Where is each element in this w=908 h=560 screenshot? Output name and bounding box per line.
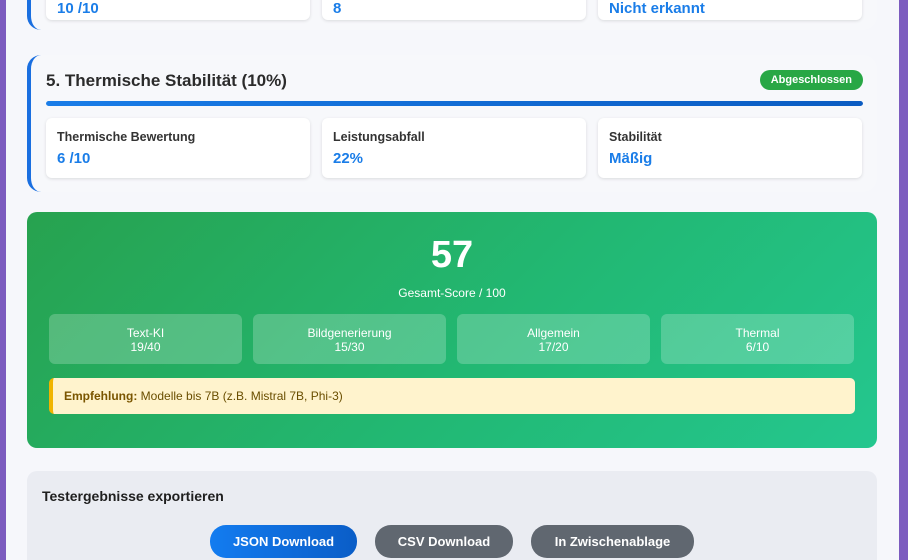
status-badge: Abgeschlossen bbox=[759, 70, 863, 90]
metric-value: Mäßig bbox=[609, 150, 653, 167]
csv-download-button[interactable]: CSV Download bbox=[375, 525, 513, 558]
total-score-panel: 57 Gesamt-Score / 100 Text-KI 19/40 Bild… bbox=[27, 212, 877, 448]
metric-label: Stabilität bbox=[609, 130, 662, 144]
previous-metric-value: 10 /10 bbox=[57, 0, 99, 17]
recommendation-box: Empfehlung: Modelle bis 7B (z.B. Mistral… bbox=[49, 378, 855, 414]
score-card-value: 19/40 bbox=[130, 340, 161, 354]
previous-metric-card: 8 bbox=[322, 0, 586, 20]
section-title: 5. Thermische Stabilität (10%) bbox=[46, 71, 287, 90]
total-score-caption: Gesamt-Score / 100 bbox=[398, 286, 506, 300]
previous-test-section: 10 /10 8 Nicht erkannt bbox=[27, 0, 877, 30]
previous-metric-card: 10 /10 bbox=[46, 0, 310, 20]
score-card-text-ai: Text-KI 19/40 bbox=[49, 314, 242, 364]
metric-value: 6 /10 bbox=[57, 150, 91, 167]
score-card-value: 6/10 bbox=[745, 340, 770, 354]
metric-label: Thermische Bewertung bbox=[57, 130, 196, 144]
score-card-label: Bildgenerierung bbox=[307, 326, 392, 340]
score-card-value: 17/20 bbox=[538, 340, 569, 354]
metric-label: Leistungsabfall bbox=[333, 130, 425, 144]
json-download-button[interactable]: JSON Download bbox=[210, 525, 357, 558]
score-card-thermal: Thermal 6/10 bbox=[661, 314, 854, 364]
previous-metric-card: Nicht erkannt bbox=[598, 0, 862, 20]
previous-metric-value: Nicht erkannt bbox=[609, 0, 705, 17]
progress-bar bbox=[46, 101, 863, 106]
export-section: Testergebnisse exportieren JSON Download… bbox=[27, 471, 877, 560]
thermal-stability-section: 5. Thermische Stabilität (10%) Abgeschlo… bbox=[27, 55, 877, 192]
recommendation-label: Empfehlung: bbox=[64, 389, 138, 403]
progress-fill bbox=[46, 101, 863, 106]
score-card-label: Thermal bbox=[735, 326, 780, 340]
score-card-label: Allgemein bbox=[527, 326, 580, 340]
previous-metric-value: 8 bbox=[333, 0, 342, 17]
copy-to-clipboard-button[interactable]: In Zwischenablage bbox=[531, 525, 694, 558]
metric-card-performance-drop: Leistungsabfall 22% bbox=[322, 118, 586, 178]
score-card-image-generation: Bildgenerierung 15/30 bbox=[253, 314, 446, 364]
recommendation-text: Modelle bis 7B (z.B. Mistral 7B, Phi-3) bbox=[140, 389, 343, 403]
score-card-general: Allgemein 17/20 bbox=[457, 314, 650, 364]
metric-card-stability: Stabilität Mäßig bbox=[598, 118, 862, 178]
score-card-value: 15/30 bbox=[334, 340, 365, 354]
metric-card-thermal-rating: Thermische Bewertung 6 /10 bbox=[46, 118, 310, 178]
score-card-label: Text-KI bbox=[126, 326, 165, 340]
export-title: Testergebnisse exportieren bbox=[42, 488, 224, 504]
total-score-value: 57 bbox=[430, 234, 474, 276]
metric-value: 22% bbox=[333, 150, 364, 167]
